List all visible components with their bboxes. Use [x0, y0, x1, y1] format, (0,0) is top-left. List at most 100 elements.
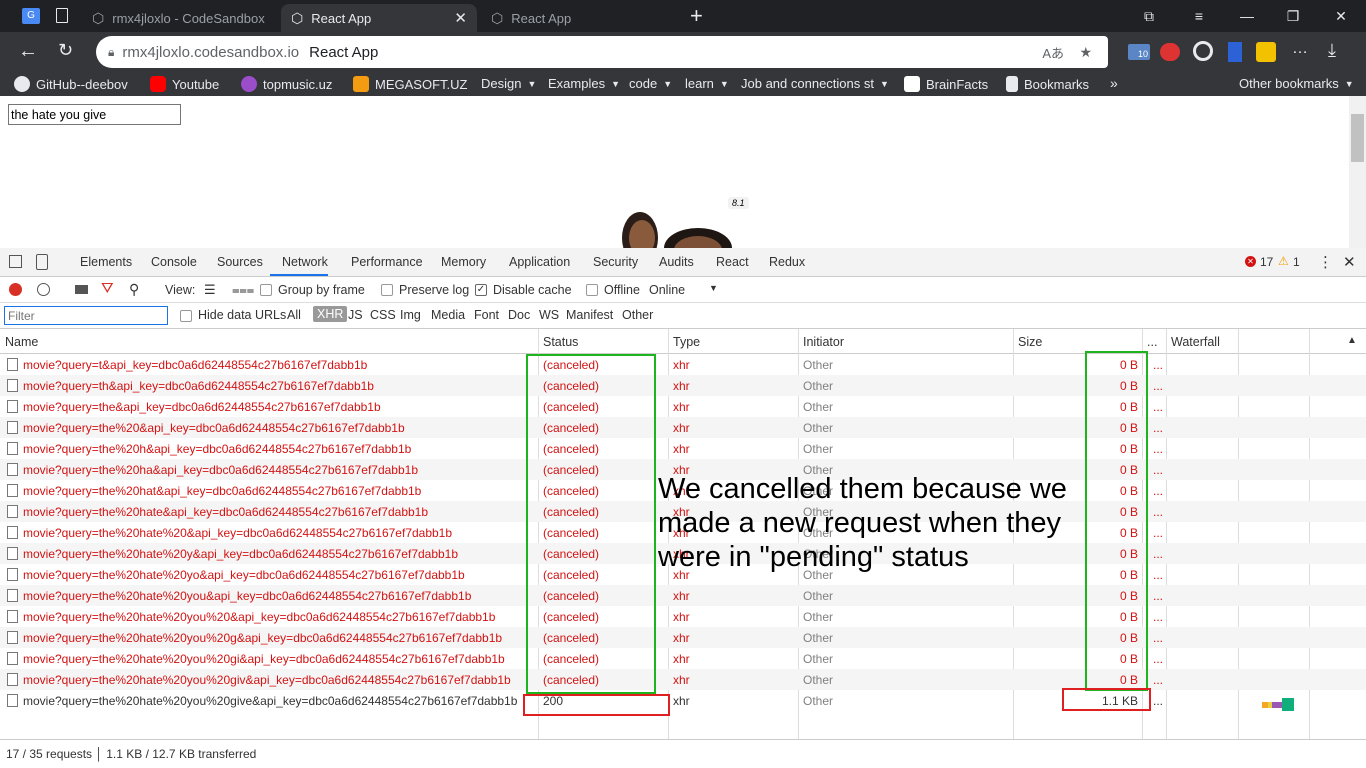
type-other[interactable]: Other	[622, 308, 653, 322]
tab-react[interactable]: React	[716, 255, 749, 269]
table-row[interactable]: movie?query=the%20hate%20you%20gi&api_ke…	[0, 648, 1366, 669]
hide-data-urls-checkbox[interactable]	[180, 310, 192, 322]
bookmark-youtube[interactable]: Youtube	[150, 76, 219, 92]
request-name[interactable]: movie?query=the%20hate%20you%20giv&api_k…	[23, 673, 511, 687]
tab-codesandbox[interactable]: ⬡ rmx4jloxlo - CodeSandbox	[82, 4, 278, 32]
extension-icon[interactable]	[1256, 42, 1276, 62]
type-doc[interactable]: Doc	[508, 308, 530, 322]
error-count[interactable]: 17	[1260, 255, 1273, 269]
type-ws[interactable]: WS	[539, 308, 559, 322]
warning-icon[interactable]: ⚠	[1278, 254, 1289, 268]
new-tab-icon[interactable]: +	[690, 3, 703, 29]
table-row[interactable]: movie?query=the%20hate%20you%20give&api_…	[0, 690, 1366, 711]
request-name[interactable]: movie?query=the%20&api_key=dbc0a6d624485…	[23, 421, 405, 435]
tab-memory[interactable]: Memory	[441, 255, 486, 269]
more-extensions-icon[interactable]: …	[1292, 40, 1308, 58]
reload-icon[interactable]: ↻	[58, 40, 73, 61]
chevron-more-icon[interactable]: »	[1110, 75, 1118, 91]
omnibox[interactable]: 🔒︎ rmx4jloxlo.codesandbox.io React App A…	[96, 36, 1108, 68]
device-toolbar-icon[interactable]	[36, 254, 48, 270]
request-name[interactable]: movie?query=the&api_key=dbc0a6d62448554c…	[23, 400, 381, 414]
disable-cache-checkbox[interactable]: ✓	[475, 284, 487, 296]
type-all[interactable]: All	[287, 308, 301, 322]
table-row[interactable]: movie?query=the%20hate%20you%20&api_key=…	[0, 606, 1366, 627]
tab-sources[interactable]: Sources	[217, 255, 263, 269]
request-name[interactable]: movie?query=the%20hate%20you%20gi&api_ke…	[23, 652, 505, 666]
page-icon[interactable]	[56, 8, 68, 23]
filter-icon[interactable]: ⛛	[101, 280, 114, 297]
tab-search-icon[interactable]: ⧉	[1126, 0, 1172, 32]
column-name[interactable]: Name	[5, 335, 38, 349]
warning-count[interactable]: 1	[1293, 255, 1300, 269]
bookmark-other[interactable]: Other bookmarks ▼	[1239, 76, 1354, 91]
google-icon[interactable]: G	[22, 8, 40, 24]
tab-elements[interactable]: Elements	[80, 255, 132, 269]
extension-icon[interactable]	[1160, 43, 1180, 61]
column-status[interactable]: Status	[543, 335, 578, 349]
target-icon[interactable]	[1193, 41, 1213, 61]
filter-input[interactable]	[4, 306, 168, 325]
table-row[interactable]: movie?query=the%20hate%20you&api_key=dbc…	[0, 585, 1366, 606]
table-row[interactable]: movie?query=t&api_key=dbc0a6d62448554c27…	[0, 354, 1366, 375]
throttling-select[interactable]: Online	[649, 283, 685, 297]
type-xhr[interactable]: XHR	[313, 306, 348, 322]
scrollbar-thumb[interactable]	[1351, 114, 1364, 162]
chevron-down-icon[interactable]: ▼	[709, 283, 718, 293]
column-type[interactable]: Type	[673, 335, 700, 349]
overview-icon[interactable]: ⩶	[232, 282, 254, 298]
request-name[interactable]: movie?query=the%20hate%20you&api_key=dbc…	[23, 589, 471, 603]
sort-ascending-icon[interactable]: ▲	[1347, 335, 1357, 346]
extension-icon[interactable]	[1228, 42, 1242, 62]
close-window-icon[interactable]: ✕	[1318, 0, 1364, 32]
request-name[interactable]: movie?query=the%20hate%20you%20give&api_…	[23, 694, 517, 708]
offline-checkbox[interactable]	[586, 284, 598, 296]
large-rows-icon[interactable]: ☰	[204, 282, 216, 298]
bookmark-bookmarks[interactable]: Bookmarks	[1006, 76, 1089, 92]
column-size[interactable]: Size	[1018, 335, 1042, 349]
request-name[interactable]: movie?query=the%20hate&api_key=dbc0a6d62…	[23, 505, 428, 519]
bookmark-topmusic[interactable]: topmusic.uz	[241, 76, 332, 92]
type-font[interactable]: Font	[474, 308, 499, 322]
maximize-icon[interactable]: ❐	[1270, 0, 1316, 32]
menu-icon[interactable]: ≡	[1176, 0, 1222, 32]
bookmark-folder-learn[interactable]: learn ▼	[685, 76, 729, 91]
request-name[interactable]: movie?query=the%20hate%20you%20&api_key=…	[23, 610, 495, 624]
table-row[interactable]: movie?query=the%20&api_key=dbc0a6d624485…	[0, 417, 1366, 438]
table-row[interactable]: movie?query=th&api_key=dbc0a6d62448554c2…	[0, 375, 1366, 396]
search-input[interactable]	[8, 104, 181, 125]
back-icon[interactable]: ←	[18, 40, 38, 63]
bookmark-megasoft[interactable]: MEGASOFT.UZ	[353, 76, 467, 92]
minimize-icon[interactable]: —	[1224, 0, 1270, 32]
download-icon[interactable]: ⤓	[1328, 40, 1336, 61]
extension-icon[interactable]: 10	[1128, 44, 1150, 60]
table-row[interactable]: movie?query=the%20h&api_key=dbc0a6d62448…	[0, 438, 1366, 459]
bookmark-github[interactable]: GitHub--deebov	[14, 76, 128, 92]
devtools-menu-icon[interactable]: ⋮	[1318, 253, 1333, 271]
page-scrollbar[interactable]	[1349, 96, 1366, 248]
inspect-icon[interactable]	[9, 255, 22, 268]
bookmark-folder-jobs[interactable]: Job and connections st ▼	[741, 76, 889, 91]
type-img[interactable]: Img	[400, 308, 421, 322]
request-name[interactable]: movie?query=the%20hate%20&api_key=dbc0a6…	[23, 526, 452, 540]
record-icon[interactable]	[9, 283, 22, 296]
type-js[interactable]: JS	[348, 308, 363, 322]
table-row[interactable]: movie?query=the&api_key=dbc0a6d62448554c…	[0, 396, 1366, 417]
close-tab-icon[interactable]: ✕	[454, 9, 467, 27]
column-initiator[interactable]: Initiator	[803, 335, 844, 349]
bookmark-folder-code[interactable]: code ▼	[629, 76, 672, 91]
type-media[interactable]: Media	[431, 308, 465, 322]
tab-react-app[interactable]: ⬡ React App	[481, 4, 677, 32]
movie-poster-image[interactable]	[618, 186, 738, 248]
request-name[interactable]: movie?query=th&api_key=dbc0a6d62448554c2…	[23, 379, 374, 393]
capture-screenshots-icon[interactable]	[75, 285, 88, 294]
close-devtools-icon[interactable]: ✕	[1343, 253, 1356, 271]
translate-icon[interactable]: Aあ	[1042, 43, 1064, 62]
tab-network[interactable]: Network	[282, 255, 328, 269]
request-name[interactable]: movie?query=the%20hat&api_key=dbc0a6d624…	[23, 484, 421, 498]
bookmark-star-icon[interactable]: ★	[1079, 44, 1092, 61]
clear-icon[interactable]	[37, 283, 50, 296]
tab-performance[interactable]: Performance	[351, 255, 423, 269]
group-by-frame-checkbox[interactable]	[260, 284, 272, 296]
bookmark-folder-examples[interactable]: Examples ▼	[548, 76, 620, 91]
column-waterfall[interactable]: Waterfall	[1171, 335, 1220, 349]
